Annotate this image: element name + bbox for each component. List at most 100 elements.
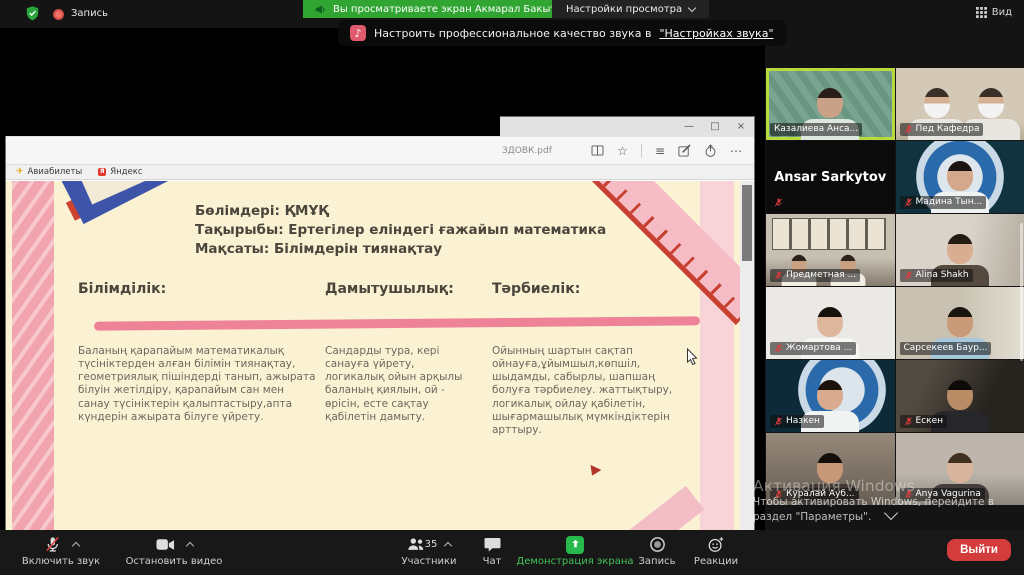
participant-name: Alina Shakh <box>916 270 969 280</box>
share-screen-icon <box>566 536 584 554</box>
participant-name: Сарсекеев Баур... <box>904 343 988 353</box>
slide-page: Бөлімдері: ҚМҰҚ Тақырыбы: Ертегілер елін… <box>6 181 740 532</box>
share-screen-label: Демонстрация экрана <box>516 556 633 567</box>
camera-icon <box>156 538 175 552</box>
yandex-icon: Я <box>98 168 106 176</box>
participant-name: Мадина Тын... <box>916 197 983 207</box>
muted-mic-icon <box>904 417 913 426</box>
view-settings-dropdown[interactable]: Настройки просмотра <box>552 0 709 18</box>
muted-mic-icon <box>774 344 783 353</box>
chevron-up-icon[interactable] <box>185 542 193 550</box>
participant-tile[interactable]: Пед Кафедра <box>896 68 1024 140</box>
audio-settings-toast: ♪ Настроить профессиональное качество зв… <box>338 20 786 46</box>
participant-label: Ескен <box>900 415 948 428</box>
chevron-up-icon[interactable] <box>71 542 79 550</box>
pencil-decoration <box>560 486 705 532</box>
column-body: Ойынның шартын сақтап ойнауға,ұйымшыл,кө… <box>492 345 690 437</box>
pdf-viewer-area: Бөлімдері: ҚМҰҚ Тақырыбы: Ертегілер елін… <box>6 181 754 532</box>
leave-meeting-button[interactable]: Выйти <box>947 539 1011 561</box>
participant-label: Предметная ... <box>770 269 860 282</box>
participant-label: Alina Shakh <box>900 269 973 282</box>
participant-tile[interactable]: Сарсекеев Баур... <box>896 287 1024 359</box>
pdf-scrollbar-thumb[interactable] <box>742 185 752 261</box>
participants-label: Участники <box>401 556 456 567</box>
muted-mic-icon <box>904 125 913 134</box>
url-text[interactable]: ЗДОВК.pdf <box>502 146 552 156</box>
bookmark-yandex[interactable]: Я Яндекс <box>98 167 142 177</box>
recording-label: Запись <box>71 8 108 19</box>
bookmark-label: Авиабилеты <box>28 167 83 177</box>
participant-tile[interactable]: Alina Shakh <box>896 214 1024 286</box>
participant-tile[interactable]: Назкен <box>766 360 895 432</box>
participant-name: Anya Vagurina <box>916 489 981 499</box>
participants-grid: Казалиева Анса... Пед КафедраAnsar Sarkyt… <box>766 68 1024 505</box>
participants-scrollbar[interactable] <box>1020 223 1023 361</box>
view-button[interactable]: Вид <box>976 7 1012 18</box>
column-title: Білімділік: <box>78 281 166 297</box>
muted-mic-icon <box>774 490 783 499</box>
edge-browser-window: — □ × ЗДОВК.pdf ☆ ≡ ⋯ ✈ Ави <box>5 116 755 533</box>
address-bar-icons: ☆ ≡ ⋯ <box>591 144 754 158</box>
record-button[interactable]: Запись <box>634 535 680 567</box>
participants-button[interactable]: 35 Участники <box>390 535 468 567</box>
muted-mic-icon <box>774 198 783 207</box>
mouse-cursor <box>686 348 699 370</box>
striped-border-decoration <box>12 181 54 532</box>
participant-tile[interactable]: Ansar Sarkytov <box>766 141 895 213</box>
share-page-icon[interactable] <box>704 144 717 157</box>
muted-mic-icon <box>904 198 913 207</box>
reading-view-icon[interactable] <box>591 145 604 156</box>
stop-video-button[interactable]: Остановить видео <box>116 535 232 567</box>
reactions-label: Реакции <box>694 556 738 567</box>
column-title: Дамытушылық: <box>325 281 454 297</box>
chevron-up-icon[interactable] <box>444 542 452 550</box>
muted-mic-icon <box>904 490 913 499</box>
pink-marker-underline <box>94 316 700 330</box>
participant-tile[interactable]: Куралай Ауб... <box>766 433 895 505</box>
microphone-muted-icon <box>44 536 61 553</box>
slide-header: Бөлімдері: ҚМҰҚ Тақырыбы: Ертегілер елін… <box>195 202 606 259</box>
column-body: Баланың қарапайым математикалық түсінікт… <box>78 345 318 424</box>
unmute-button[interactable]: Включить звук <box>10 535 112 567</box>
pencil-tip-decoration <box>587 465 602 478</box>
bookmark-label: Яндекс <box>110 167 142 177</box>
participant-label: Жомартова ... <box>770 342 856 355</box>
slide-header-line: Тақырыбы: Ертегілер еліндегі ғажайып мат… <box>195 221 606 240</box>
view-settings-label: Настройки просмотра <box>566 4 682 15</box>
share-screen-button[interactable]: Демонстрация экрана <box>516 535 634 567</box>
toast-text: Настроить профессиональное качество звук… <box>374 27 651 40</box>
more-participants-chevron-icon[interactable] <box>884 506 898 520</box>
reactions-button[interactable]: Реакции <box>690 535 742 567</box>
web-note-icon[interactable] <box>678 144 691 157</box>
redaction-block <box>5 88 500 136</box>
bookmark-aviabilety[interactable]: ✈ Авиабилеты <box>16 167 82 177</box>
chat-button[interactable]: Чат <box>470 535 514 567</box>
muted-mic-icon <box>774 417 783 426</box>
recording-indicator-icon <box>53 9 64 20</box>
pdf-scrollbar[interactable] <box>740 181 754 532</box>
chat-icon <box>484 537 501 553</box>
participant-name: Назкен <box>786 416 820 426</box>
participant-tile[interactable]: Предметная ... <box>766 214 895 286</box>
participant-name: Казалиева Анса... <box>774 124 858 134</box>
divider <box>641 144 642 158</box>
stop-video-label: Остановить видео <box>126 556 223 567</box>
column-body: Сандарды тура, кері санауға үйрету, логи… <box>325 345 477 424</box>
participant-name: Куралай Ауб... <box>786 489 855 499</box>
hub-icon[interactable]: ≡ <box>655 145 665 157</box>
participants-count: 35 <box>425 539 438 550</box>
participant-tile[interactable]: Ескен <box>896 360 1024 432</box>
participants-icon <box>407 537 425 552</box>
browser-address-bar[interactable]: ЗДОВК.pdf ☆ ≡ ⋯ <box>6 137 754 165</box>
favorite-star-icon[interactable]: ☆ <box>617 145 628 157</box>
participant-tile[interactable]: Жомартова ... <box>766 287 895 359</box>
more-options-icon[interactable]: ⋯ <box>730 145 742 157</box>
participant-tile[interactable]: Казалиева Анса... <box>766 68 895 140</box>
close-button[interactable]: × <box>728 117 754 137</box>
maximize-button[interactable]: □ <box>702 117 728 137</box>
minimize-button[interactable]: — <box>676 117 702 137</box>
participant-tile[interactable]: Мадина Тын... <box>896 141 1024 213</box>
participant-tile[interactable]: Anya Vagurina <box>896 433 1024 505</box>
participant-name: Ескен <box>916 416 944 426</box>
audio-settings-link[interactable]: "Настройках звука" <box>659 27 773 40</box>
